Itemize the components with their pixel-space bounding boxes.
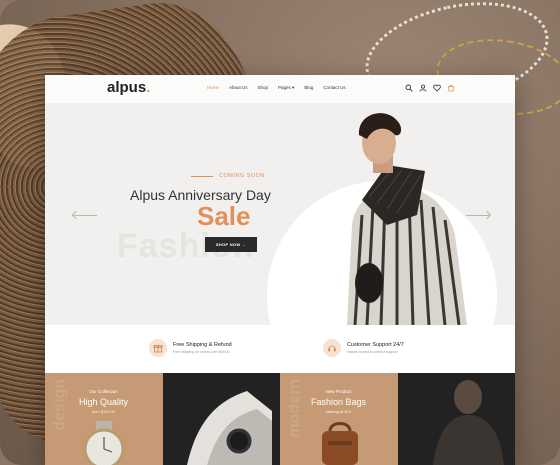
nav-icons <box>405 84 455 92</box>
prev-slide-arrow[interactable] <box>73 215 97 216</box>
hero-kicker: COMING SOON <box>191 173 265 179</box>
category-title: High Quality <box>78 397 129 407</box>
bag-image <box>322 422 358 465</box>
menu-item-pages[interactable]: Pages ▾ <box>278 85 294 91</box>
hero-model-image <box>347 113 467 325</box>
wrist-watch-image <box>186 391 272 465</box>
kicker-line <box>191 175 213 177</box>
header-nav: alpus. Home About Us Shop Pages ▾ Blog C… <box>45 75 515 103</box>
feature-support: Customer Support 24/7 Instant access to … <box>323 339 404 357</box>
category-kicker: New Product <box>325 389 352 394</box>
menu-item-blog[interactable]: Blog <box>304 85 313 91</box>
feature-subtitle: Free shipping on orders over $99.00 <box>173 350 230 354</box>
category-kicker: Our Collection <box>89 389 118 394</box>
category-price: starting at $78 <box>325 409 352 414</box>
shop-now-button[interactable]: SHOP NOW → <box>205 237 257 252</box>
headset-icon <box>323 339 341 357</box>
website-preview: alpus. Home About Us Shop Pages ▾ Blog C… <box>45 75 515 465</box>
menu-item-contact[interactable]: Contact Us <box>323 85 345 91</box>
features-bar: Free Shipping & Refund Free shipping on … <box>45 325 515 373</box>
watch-image <box>83 421 125 465</box>
feature-title: Customer Support 24/7 <box>347 342 404 348</box>
category-card-quality[interactable]: design Our Collection High Quality from … <box>45 373 163 465</box>
menu-item-shop[interactable]: Shop <box>258 85 269 91</box>
user-icon[interactable] <box>419 84 427 92</box>
search-icon[interactable] <box>405 84 413 92</box>
gift-icon <box>149 339 167 357</box>
feature-subtitle: Instant access to perfect support <box>347 350 398 354</box>
logo[interactable]: alpus. <box>107 79 150 96</box>
hero-sale: Sale <box>197 201 251 231</box>
category-card-model-photo[interactable] <box>397 373 515 465</box>
model-dark-image <box>432 380 504 465</box>
category-card-watch-photo[interactable] <box>162 373 280 465</box>
heart-icon[interactable] <box>433 84 441 92</box>
category-grid: design Our Collection High Quality from … <box>45 373 515 465</box>
main-menu: Home About Us Shop Pages ▾ Blog Contact … <box>207 85 346 91</box>
menu-item-about[interactable]: About Us <box>229 85 248 91</box>
showcase-card: alpus. Home About Us Shop Pages ▾ Blog C… <box>0 0 560 465</box>
hero-banner: Fashion COMING SOON Alpus Anniversary Da… <box>45 103 515 411</box>
category-card-bags[interactable]: modern New Product Fashion Bags starting… <box>280 373 398 465</box>
hero-kicker-text: COMING SOON <box>219 173 265 179</box>
feature-shipping: Free Shipping & Refund Free shipping on … <box>149 339 232 357</box>
menu-item-home[interactable]: Home <box>207 85 219 91</box>
category-price: from $120.00 <box>91 409 116 414</box>
cart-icon[interactable] <box>447 84 455 92</box>
category-title: Fashion Bags <box>310 397 367 407</box>
feature-title: Free Shipping & Refund <box>173 342 232 348</box>
